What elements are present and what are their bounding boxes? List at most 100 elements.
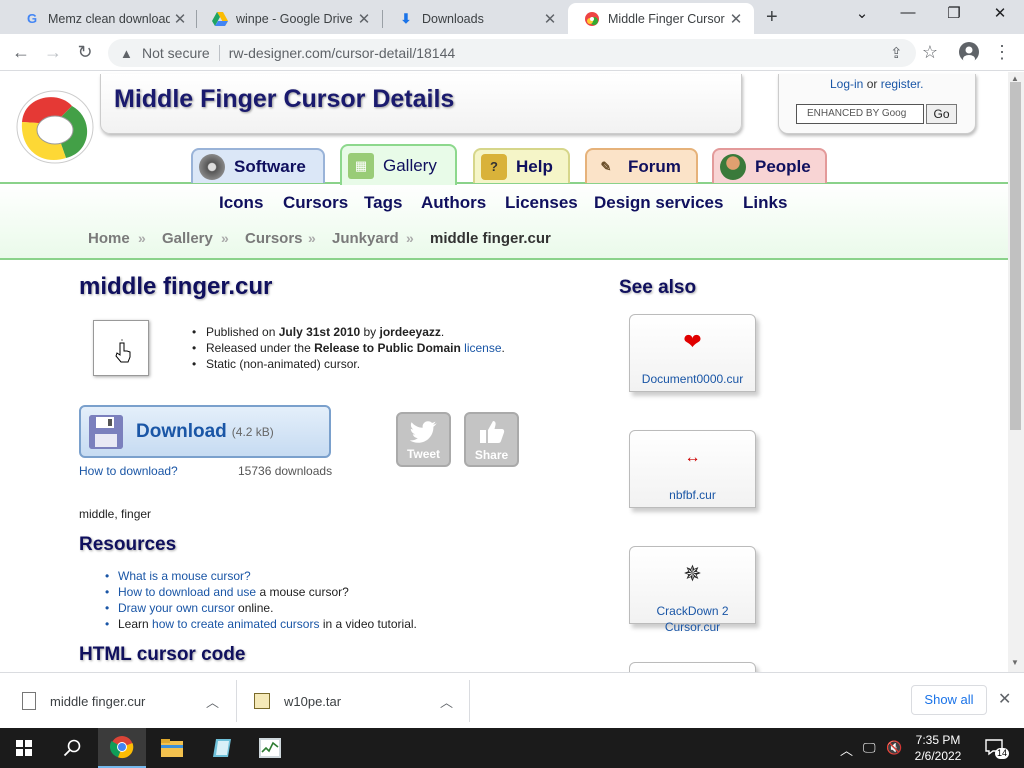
close-tab-icon[interactable]: ✕ xyxy=(354,10,374,28)
resource-link[interactable]: What is a mouse cursor? xyxy=(118,569,251,583)
see-also-card-label[interactable]: Document0000.cur xyxy=(629,371,756,387)
license-info: Released under the Release to Public Dom… xyxy=(190,340,505,356)
download-button[interactable]: Download (4.2 kB) xyxy=(79,405,331,458)
chevron-up-icon[interactable]: ︿ xyxy=(206,692,219,711)
file-explorer-icon[interactable] xyxy=(148,728,196,768)
gallery-icon: ▦ xyxy=(348,152,374,179)
nav-design-services[interactable]: Design services xyxy=(594,193,723,213)
new-tab-icon[interactable]: + xyxy=(766,6,778,29)
cursor-tags[interactable]: middle, finger xyxy=(79,507,151,521)
show-all-button[interactable]: Show all xyxy=(911,685,987,715)
nav-icons[interactable]: Icons xyxy=(219,193,263,213)
warning-icon[interactable]: ▲ xyxy=(120,46,136,61)
download-count: 15736 downloads xyxy=(238,464,333,478)
license-link[interactable]: license xyxy=(464,341,501,355)
nav-links[interactable]: Links xyxy=(743,193,787,213)
see-also-card[interactable] xyxy=(629,662,756,672)
address-bar[interactable]: ▲ Not secure rw-designer.com/cursor-deta… xyxy=(108,39,916,67)
how-to-download-link[interactable]: How to download? xyxy=(79,464,178,478)
see-also-heading: See also xyxy=(619,277,697,298)
register-link[interactable]: register. xyxy=(881,77,924,91)
volume-muted-icon[interactable]: 🔇 xyxy=(886,740,902,756)
task-manager-icon[interactable] xyxy=(246,728,294,768)
browser-tab[interactable]: winpe - Google Drive ✕ xyxy=(196,3,382,34)
breadcrumb-separator-icon: » xyxy=(221,230,229,246)
close-downloads-bar-icon[interactable]: ✕ xyxy=(998,689,1011,709)
notepad-icon[interactable] xyxy=(198,728,246,768)
breadcrumb-gallery[interactable]: Gallery xyxy=(162,230,213,247)
close-window-icon[interactable]: ✕ xyxy=(988,4,1012,22)
back-icon[interactable]: ← xyxy=(9,40,33,64)
nav-tags[interactable]: Tags xyxy=(364,193,402,213)
clock-date: 2/6/2022 xyxy=(914,749,962,763)
tab-label: Forum xyxy=(628,156,681,176)
tab-help[interactable]: ? Help xyxy=(473,148,570,183)
page-scrollbar[interactable]: ▲ ▼ xyxy=(1008,72,1024,672)
tray-chevron-up-icon[interactable]: ︿ xyxy=(840,740,853,759)
page-title: Middle Finger Cursor Details xyxy=(114,85,455,113)
system-clock[interactable]: 7:35 PM 2/6/2022 xyxy=(906,732,970,764)
breadcrumb-cursors[interactable]: Cursors xyxy=(245,230,303,247)
login-or: or xyxy=(866,77,878,91)
nav-cursors[interactable]: Cursors xyxy=(283,193,348,213)
restore-icon[interactable]: ❐ xyxy=(942,4,966,22)
close-tab-icon[interactable]: ✕ xyxy=(540,10,560,28)
share-page-icon[interactable]: ⇪ xyxy=(890,44,903,62)
tab-gallery[interactable]: ▦ Gallery xyxy=(340,144,457,185)
resource-link[interactable]: How to download and use xyxy=(118,585,256,599)
close-tab-icon[interactable]: ✕ xyxy=(726,10,746,28)
profile-icon[interactable] xyxy=(957,40,981,64)
download-item[interactable]: w10pe.tar ︿ xyxy=(254,673,468,729)
file-icon xyxy=(22,692,36,710)
notification-center-icon[interactable]: 14 xyxy=(984,737,1010,760)
login-link[interactable]: Log-in xyxy=(830,77,863,91)
site-logo[interactable] xyxy=(14,88,96,166)
published-info: Published on July 31st 2010 by jordeeyaz… xyxy=(190,324,505,340)
network-icon[interactable]: 🖵 xyxy=(863,740,876,756)
tab-people[interactable]: People xyxy=(712,148,827,183)
scroll-down-icon[interactable]: ▼ xyxy=(1011,658,1019,667)
breadcrumb-junkyard[interactable]: Junkyard xyxy=(332,230,399,247)
author-link[interactable]: jordeeyazz xyxy=(380,325,441,339)
browser-tab-active[interactable]: Middle Finger Cursor ✕ xyxy=(568,3,754,34)
download-icon: ⬇ xyxy=(400,10,412,26)
menu-icon[interactable]: ⋮ xyxy=(990,40,1014,64)
download-item[interactable]: middle finger.cur ︿ xyxy=(22,673,236,729)
tab-search-icon[interactable]: ⌄ xyxy=(850,4,874,22)
tweet-button[interactable]: Tweet xyxy=(396,412,451,467)
cursor-preview xyxy=(93,320,149,376)
breadcrumb-separator-icon: » xyxy=(308,230,316,246)
tab-title: Middle Finger Cursor xyxy=(608,11,725,26)
see-also-card-label[interactable]: CrackDown 2 Cursor.cur xyxy=(629,603,756,635)
reload-icon[interactable]: ↻ xyxy=(73,40,97,64)
tab-forum[interactable]: ✎ Forum xyxy=(585,148,698,183)
google-drive-icon xyxy=(212,11,228,27)
search-icon[interactable] xyxy=(48,728,96,768)
nav-licenses[interactable]: Licenses xyxy=(505,193,578,213)
resource-link[interactable]: Draw your own cursor xyxy=(118,601,235,615)
breadcrumb-home[interactable]: Home xyxy=(88,230,130,247)
bookmark-star-icon[interactable]: ☆ xyxy=(918,40,942,64)
forward-icon[interactable]: → xyxy=(41,40,65,64)
chrome-taskbar-icon[interactable] xyxy=(98,728,146,768)
tab-title: Downloads xyxy=(422,11,484,26)
browser-tab[interactable]: ⬇ Downloads ✕ xyxy=(382,3,568,34)
minimize-icon[interactable]: — xyxy=(896,4,920,21)
chevron-up-icon[interactable]: ︿ xyxy=(440,692,453,711)
rw-designer-icon xyxy=(584,11,600,27)
share-button[interactable]: Share xyxy=(464,412,519,467)
security-label[interactable]: Not secure xyxy=(142,45,210,61)
search-go-button[interactable]: Go xyxy=(926,104,957,124)
windows-start-icon[interactable] xyxy=(0,728,48,768)
browser-tab[interactable]: G Memz clean download ✕ xyxy=(8,3,198,34)
search-input[interactable]: ENHANCED BY Goog xyxy=(796,104,924,124)
resource-link[interactable]: how to create animated cursors xyxy=(152,617,319,631)
nav-authors[interactable]: Authors xyxy=(421,193,486,213)
scrollbar-thumb[interactable] xyxy=(1010,82,1021,430)
see-also-card-label[interactable]: nbfbf.cur xyxy=(629,487,756,503)
close-tab-icon[interactable]: ✕ xyxy=(170,10,190,28)
tab-title: winpe - Google Drive xyxy=(236,11,353,26)
software-disc-icon xyxy=(199,153,225,180)
tab-software[interactable]: Software xyxy=(191,148,325,183)
url-text[interactable]: rw-designer.com/cursor-detail/18144 xyxy=(229,45,455,61)
